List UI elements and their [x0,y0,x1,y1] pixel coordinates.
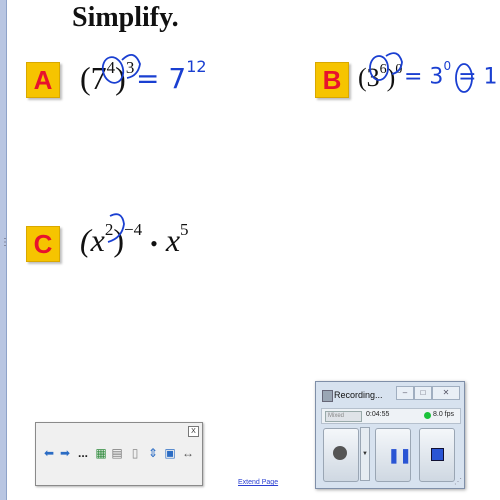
recording-status-icon [424,412,431,419]
display-icon[interactable]: ▣ [163,445,177,461]
recording-fps: 8.0 fps [433,411,455,418]
recorder-app-icon [322,390,333,402]
whiteboard-page[interactable]: ⋮ Simplify. A (74)3 = 712 B (36)0 = 30 =… [0,0,500,500]
toolbar-close-icon[interactable]: X [188,426,199,437]
side-panel-grip-icon[interactable]: ⋮ [0,238,10,258]
problem-a-badge: A [26,62,60,98]
problem-c-multiply-dot: • [150,231,158,256]
problem-b-circle-annotation [369,52,473,93]
problem-c-expression: (x2)−4 • x5 [80,220,189,259]
problem-a-circle-annotation [101,54,141,84]
audio-source-select[interactable]: Mixed [325,411,362,422]
back-arrow-icon[interactable]: ⬅ [42,445,56,461]
recorder-status-bar: Mixed 0:04:55 8.0 fps [321,408,461,424]
pause-icon: ❚❚ [388,447,412,463]
recorder-window[interactable]: Recording... – □ ✕ Mixed 0:04:55 8.0 fps… [315,381,465,489]
extend-page-link[interactable]: Extend Page [238,479,278,486]
close-icon[interactable]: ✕ [432,386,460,400]
more-icon[interactable]: ... [76,445,90,461]
page-sorter-icon[interactable]: ▦ [94,445,108,461]
maximize-icon[interactable]: □ [414,386,432,400]
gallery-icon[interactable]: ▤ [110,445,124,461]
recorder-title: Recording... [334,390,383,400]
pause-button[interactable]: ❚❚ [375,428,411,482]
stop-icon [431,448,444,461]
toolbar-move-icon[interactable]: ↔ [181,445,195,461]
navigation-toolbar[interactable]: X ⬅ ➡ ... ▦ ▤ ▯ ⇕ ▣ ↔ [35,422,203,486]
problem-c-badge: C [26,226,60,262]
minimize-icon[interactable]: – [396,386,414,400]
trash-icon[interactable]: ▯ [128,445,142,461]
problem-c-variable-exponent: 5 [180,220,189,240]
record-icon [333,446,347,460]
problem-c-variable: x [165,222,181,258]
problem-b-badge: B [315,62,349,98]
recording-time: 0:04:55 [366,411,390,418]
resize-grip-icon[interactable]: ⋰ [454,477,462,486]
problem-a-answer-exponent: 12 [186,56,207,76]
forward-arrow-icon[interactable]: ➡ [58,445,72,461]
record-options-dropdown[interactable]: ▼ [360,427,370,481]
stop-button[interactable] [419,428,455,482]
page-title: Simplify. [72,2,179,33]
problem-c-circle-annotation [107,213,125,243]
record-button[interactable] [323,428,359,482]
fit-page-icon[interactable]: ⇕ [146,445,160,461]
